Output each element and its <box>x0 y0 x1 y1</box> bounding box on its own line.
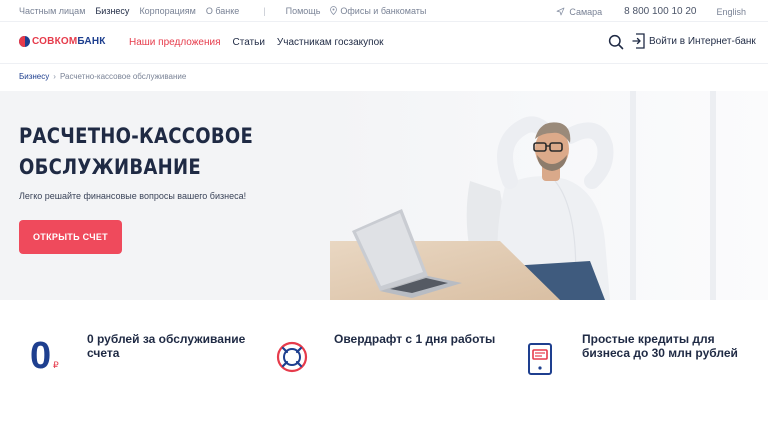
offices-link[interactable]: Офисы и банкоматы <box>330 6 436 16</box>
offices-label: Офисы и банкоматы <box>340 6 427 16</box>
segment-business[interactable]: Бизнесу <box>95 6 129 16</box>
help-link[interactable]: Помощь <box>286 6 321 16</box>
login-icon <box>632 33 645 49</box>
map-pin-icon <box>330 6 338 15</box>
nav-procurement[interactable]: Участникам госзакупок <box>277 37 384 48</box>
main-header: СОВКОМБАНК Наши предложения Статьи Участ… <box>0 22 768 64</box>
breadcrumb-business[interactable]: Бизнесу <box>19 72 49 81</box>
login-label: Войти в Интернет-банк <box>649 35 756 47</box>
nav-offers[interactable]: Наши предложения <box>129 37 221 48</box>
breadcrumb-current: Расчетно-кассовое обслуживание <box>59 72 187 81</box>
navigation-arrow-icon <box>556 7 565 16</box>
hero-illustration <box>330 91 768 300</box>
logo[interactable]: СОВКОМБАНК <box>19 36 106 47</box>
logo-text: СОВКОМБАНК <box>32 36 106 47</box>
language-switch[interactable]: English <box>716 7 746 17</box>
city-selector[interactable]: Самара <box>556 7 602 17</box>
divider: | <box>263 6 266 16</box>
zero-value: 0 <box>30 335 52 377</box>
document-phone-icon <box>528 343 552 375</box>
lifebuoy-icon <box>276 341 308 373</box>
search-icon[interactable] <box>608 34 624 50</box>
main-nav: Наши предложения Статьи Участникам госза… <box>129 37 396 48</box>
feature-free-service-text: 0 рублей за обслуживание счета <box>87 332 246 360</box>
nav-articles[interactable]: Статьи <box>233 37 265 48</box>
logo-mark-icon <box>19 36 30 47</box>
segment-nav: Частным лицам Бизнесу Корпорациям О банк… <box>19 6 446 16</box>
breadcrumb: Бизнесу › Расчетно-кассовое обслуживание <box>19 72 186 81</box>
top-utility-bar: Частным лицам Бизнесу Корпорациям О банк… <box>0 0 768 22</box>
open-account-button[interactable]: ОТКРЫТЬ СЧЕТ <box>19 220 122 254</box>
feature-overdraft-text: Овердрафт с 1 дня работы <box>334 332 496 346</box>
hero-banner: Расчетно-кассовое обслуживание Легко реш… <box>0 91 768 300</box>
hero-title: Расчетно-кассовое обслуживание <box>19 124 254 179</box>
features-section: 0 ₽ 0 рублей за обслуживание счета Оверд… <box>0 300 768 425</box>
hero-subtitle: Легко решайте финансовые вопросы вашего … <box>19 191 247 201</box>
segment-corporate[interactable]: Корпорациям <box>139 6 195 16</box>
segment-about[interactable]: О банке <box>206 6 239 16</box>
ruble-icon: ₽ <box>53 360 59 370</box>
segment-private[interactable]: Частным лицам <box>19 6 85 16</box>
login-button[interactable]: Войти в Интернет-банк <box>632 33 756 49</box>
chevron-right-icon: › <box>53 72 56 81</box>
feature-credit-text: Простые кредиты для бизнеса до 30 млн ру… <box>582 332 738 360</box>
city-label: Самара <box>569 6 603 17</box>
phone-number[interactable]: 8 800 100 10 20 <box>624 6 696 17</box>
